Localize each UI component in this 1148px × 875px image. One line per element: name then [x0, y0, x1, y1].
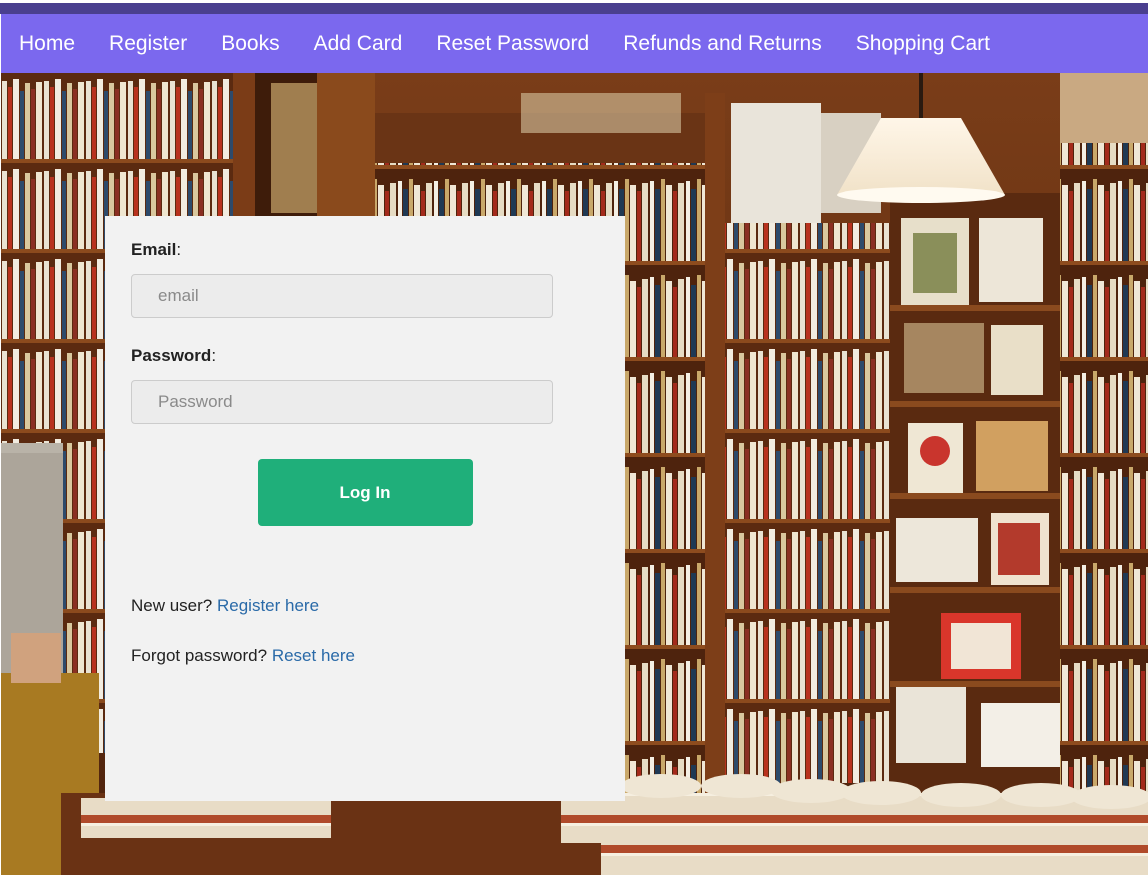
- nav-register[interactable]: Register: [92, 14, 204, 73]
- top-navbar: Home Register Books Add Card Reset Passw…: [1, 14, 1148, 73]
- nav-add-card[interactable]: Add Card: [297, 14, 420, 73]
- new-user-text: New user?: [131, 596, 213, 615]
- password-input[interactable]: [131, 380, 553, 424]
- nav-shopping-cart[interactable]: Shopping Cart: [839, 14, 1007, 73]
- reset-link[interactable]: Reset here: [272, 646, 355, 665]
- email-label: Email: [131, 240, 177, 259]
- top-accent-bar: [0, 3, 1148, 14]
- email-label-row: Email:: [131, 240, 182, 259]
- forgot-password-line: Forgot password? Reset here: [131, 646, 599, 666]
- email-input[interactable]: [131, 274, 553, 318]
- password-label-row: Password:: [131, 346, 217, 365]
- password-label: Password: [131, 346, 212, 365]
- nav-reset-password[interactable]: Reset Password: [419, 14, 606, 73]
- page: Home Register Books Add Card Reset Passw…: [0, 0, 1148, 875]
- register-link[interactable]: Register here: [217, 596, 319, 615]
- nav-refunds-returns[interactable]: Refunds and Returns: [606, 14, 838, 73]
- login-button-wrap: Log In: [131, 459, 599, 526]
- nav-home[interactable]: Home: [1, 14, 92, 73]
- new-user-line: New user? Register here: [131, 596, 599, 616]
- login-card: Email: Password: Log In New user? Regist…: [105, 216, 625, 801]
- nav-books[interactable]: Books: [204, 14, 296, 73]
- forgot-password-text: Forgot password?: [131, 646, 268, 665]
- login-button[interactable]: Log In: [257, 459, 473, 526]
